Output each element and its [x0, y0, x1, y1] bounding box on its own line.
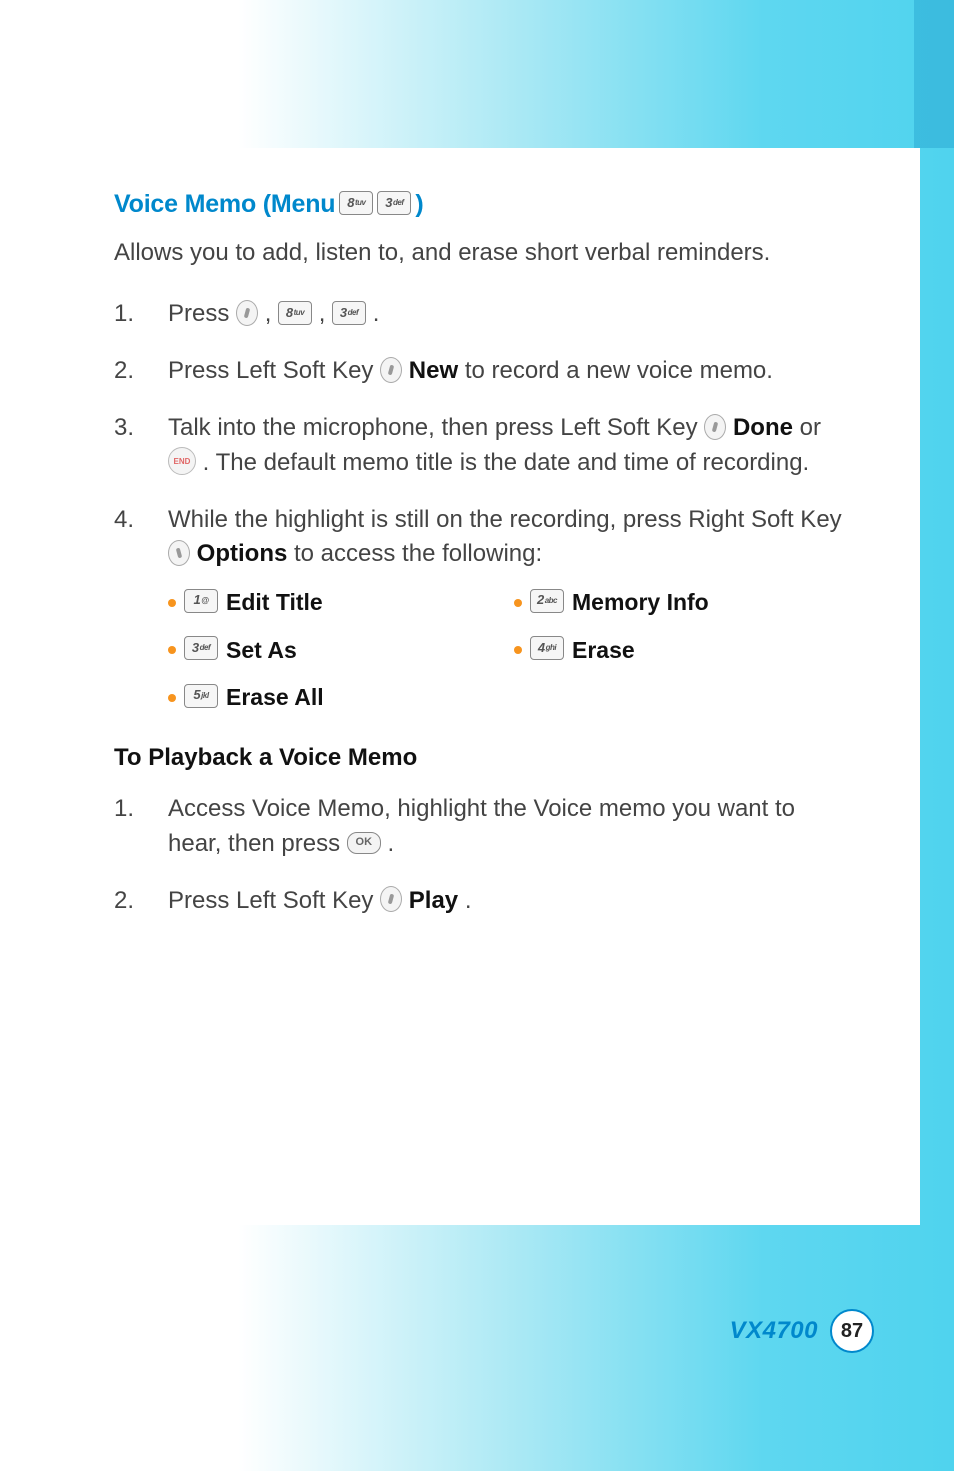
bullet-icon	[168, 646, 176, 654]
ok-key-icon: OK	[347, 832, 381, 854]
key-4ghi-icon: 4ghi	[530, 636, 564, 660]
left-softkey-icon	[704, 414, 726, 440]
option-edit-title: 1@ Edit Title	[168, 586, 504, 619]
steps-list: Press , 8tuv , 3def . Press Left Soft Ke…	[114, 297, 850, 714]
option-erase: 4ghi Erase	[514, 634, 850, 667]
step-4: While the highlight is still on the reco…	[114, 503, 850, 715]
key-5jkl-icon: 5jkl	[184, 684, 218, 708]
step-1: Press , 8tuv , 3def .	[114, 297, 850, 332]
heading-prefix: Voice Memo (Menu	[114, 190, 335, 219]
step-2: Press Left Soft Key New to record a new …	[114, 354, 850, 389]
key-3def-icon: 3def	[332, 301, 366, 325]
left-softkey-icon	[236, 300, 258, 326]
section-heading: Voice Memo (Menu 8tuv 3def )	[114, 190, 850, 219]
heading-suffix: )	[415, 190, 423, 219]
options-label: Options	[197, 540, 288, 567]
options-grid: 1@ Edit Title 2abc Memory Info 3def Set …	[168, 586, 850, 714]
play-label: Play	[409, 887, 458, 914]
step-3: Talk into the microphone, then press Lef…	[114, 411, 850, 481]
bullet-icon	[168, 694, 176, 702]
key-2abc-icon: 2abc	[530, 589, 564, 613]
playback-step-1: Access Voice Memo, highlight the Voice m…	[114, 792, 850, 862]
intro-text: Allows you to add, listen to, and erase …	[114, 237, 850, 269]
playback-heading: To Playback a Voice Memo	[114, 744, 850, 772]
playback-step-2: Press Left Soft Key Play .	[114, 884, 850, 919]
key-8tuv-icon: 8tuv	[278, 301, 312, 325]
page-content: Voice Memo (Menu 8tuv 3def ) Allows you …	[44, 148, 920, 1225]
page-number: 87	[830, 1309, 874, 1353]
end-key-icon: END	[168, 447, 196, 475]
option-erase-all: 5jkl Erase All	[168, 681, 504, 714]
bullet-icon	[168, 599, 176, 607]
option-set-as: 3def Set As	[168, 634, 504, 667]
playback-steps: Access Voice Memo, highlight the Voice m…	[114, 792, 850, 918]
option-memory-info: 2abc Memory Info	[514, 586, 850, 619]
model-label: VX4700	[730, 1317, 818, 1345]
bullet-icon	[514, 646, 522, 654]
left-softkey-icon	[380, 886, 402, 912]
done-label: Done	[733, 414, 793, 441]
thumb-tab	[914, 0, 954, 148]
key-1-icon: 1@	[184, 589, 218, 613]
new-label: New	[409, 357, 458, 384]
bullet-icon	[514, 599, 522, 607]
left-softkey-icon	[380, 357, 402, 383]
page-footer: VX4700 87	[730, 1309, 874, 1353]
right-softkey-icon	[168, 540, 190, 566]
key-3def-icon: 3def	[184, 636, 218, 660]
key-8tuv-icon: 8tuv	[339, 191, 373, 215]
key-3def-icon: 3def	[377, 191, 411, 215]
